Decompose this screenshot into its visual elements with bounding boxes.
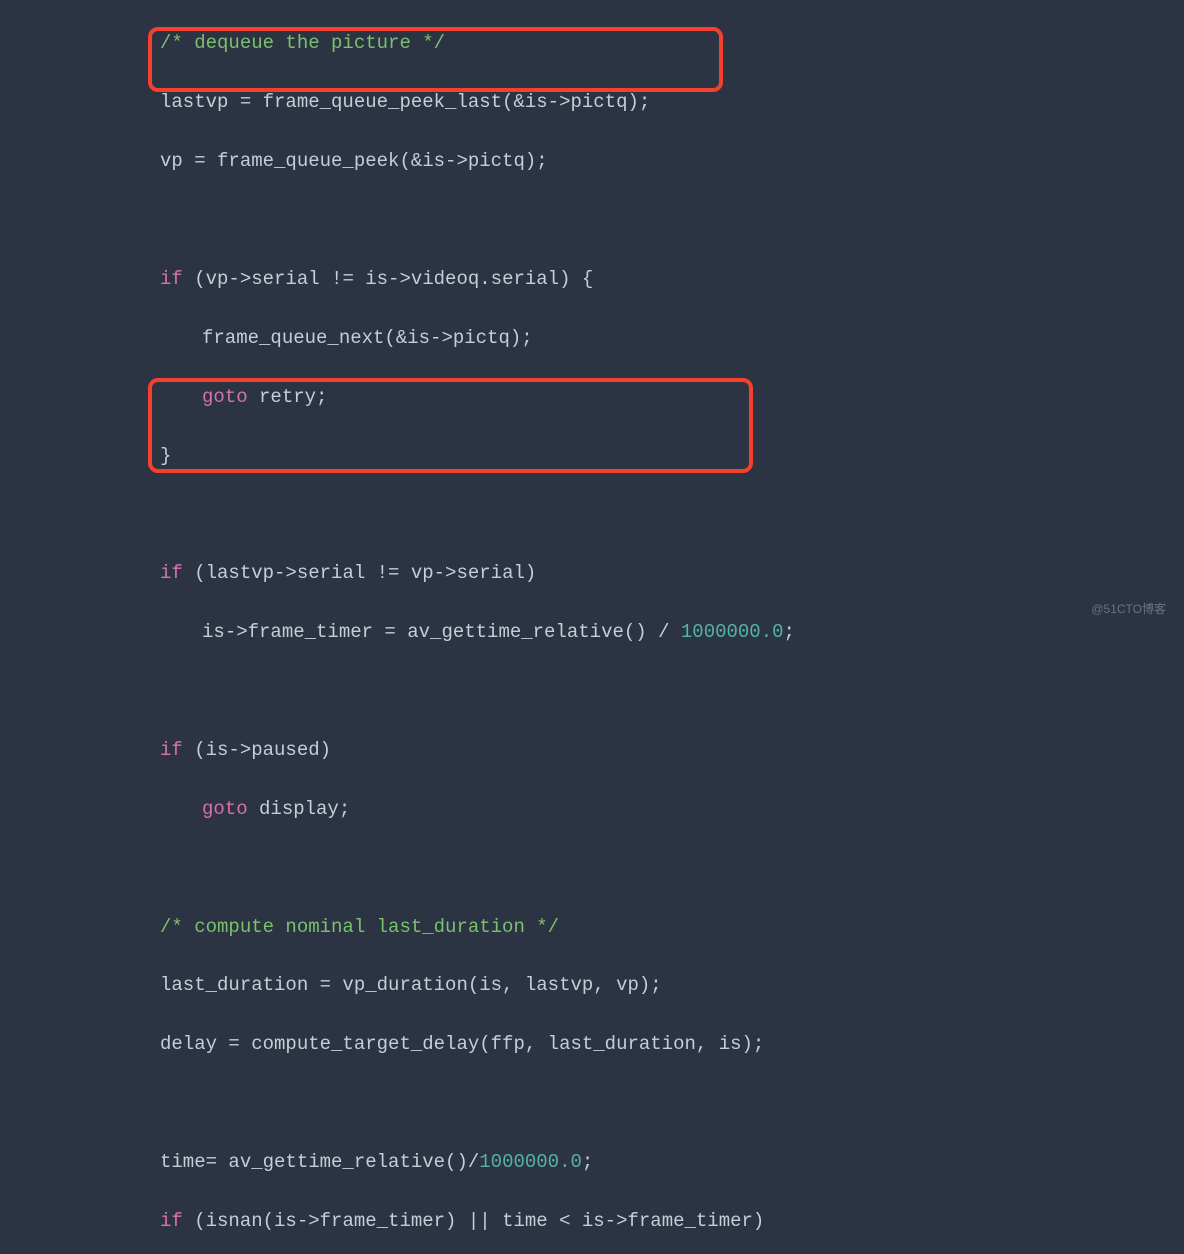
code-line: if (is->paused) — [20, 736, 1164, 765]
blank-line — [20, 500, 1164, 529]
number-literal: 1000000.0 — [479, 1151, 582, 1173]
keyword-if: if — [160, 1210, 183, 1232]
code-line: goto display; — [20, 795, 1164, 824]
watermark: @51CTO博客 — [1091, 600, 1166, 619]
comment: /* dequeue the picture */ — [160, 32, 445, 54]
code-line: /* dequeue the picture */ — [20, 29, 1164, 58]
keyword-goto: goto — [202, 798, 248, 820]
blank-line — [20, 1089, 1164, 1118]
code-line: /* compute nominal last_duration */ — [20, 913, 1164, 942]
keyword-if: if — [160, 739, 183, 761]
code-line: } — [20, 442, 1164, 471]
code-line: if (vp->serial != is->videoq.serial) { — [20, 265, 1164, 294]
keyword-goto: goto — [202, 386, 248, 408]
code-line: frame_queue_next(&is->pictq); — [20, 324, 1164, 353]
code-line: if (lastvp->serial != vp->serial) — [20, 559, 1164, 588]
blank-line — [20, 677, 1164, 706]
blank-line — [20, 206, 1164, 235]
blank-line — [20, 854, 1164, 883]
code-line: delay = compute_target_delay(ffp, last_d… — [20, 1030, 1164, 1059]
keyword-if: if — [160, 268, 183, 290]
code-line: last_duration = vp_duration(is, lastvp, … — [20, 971, 1164, 1000]
code-line: if (isnan(is->frame_timer) || time < is-… — [20, 1207, 1164, 1236]
comment: /* compute nominal last_duration */ — [160, 916, 559, 938]
code-line: time= av_gettime_relative()/1000000.0; — [20, 1148, 1164, 1177]
code-line: is->frame_timer = av_gettime_relative() … — [20, 618, 1164, 647]
keyword-if: if — [160, 562, 183, 584]
number-literal: 1000000.0 — [681, 621, 784, 643]
code-line: vp = frame_queue_peek(&is->pictq); — [20, 147, 1164, 176]
code-block: /* dequeue the picture */ lastvp = frame… — [0, 0, 1184, 1254]
code-line: lastvp = frame_queue_peek_last(&is->pict… — [20, 88, 1164, 117]
code-line: goto retry; — [20, 383, 1164, 412]
